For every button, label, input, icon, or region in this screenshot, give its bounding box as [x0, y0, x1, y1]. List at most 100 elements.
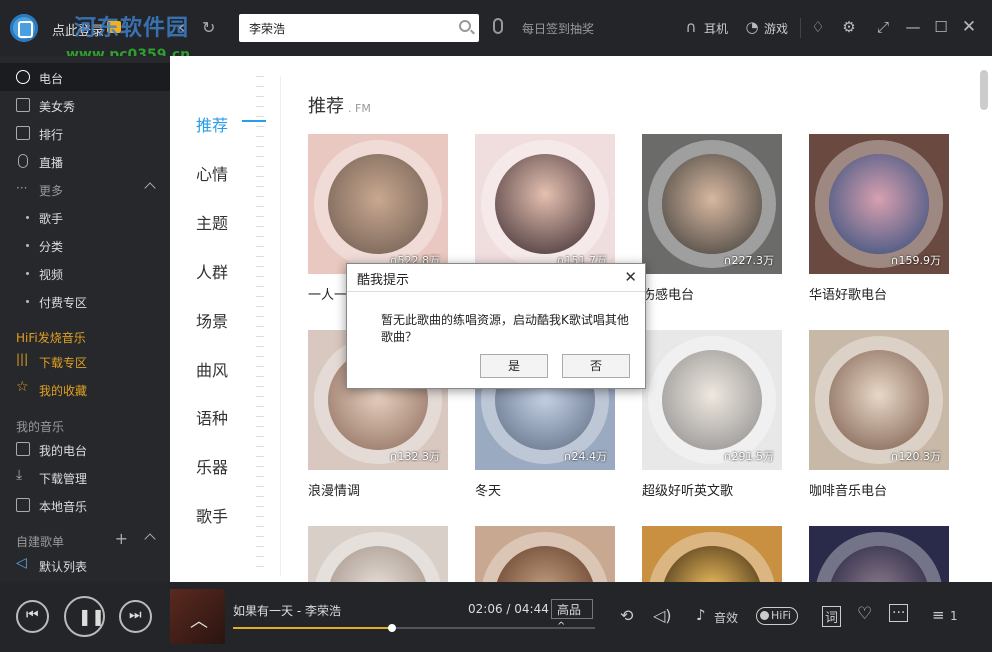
sidebar-item-category[interactable]: 分类	[0, 231, 170, 259]
radio-card[interactable]: 151.7万	[475, 134, 615, 274]
yes-button[interactable]: 是	[480, 354, 548, 378]
radio-card[interactable]	[642, 526, 782, 582]
radio-card[interactable]	[308, 526, 448, 582]
radio-card[interactable]: 120.3万	[809, 330, 949, 470]
category-recommend[interactable]: 推荐	[196, 112, 228, 136]
lyrics-button[interactable]: 词	[822, 606, 842, 627]
sidebar-item-label: 本地音乐	[39, 500, 88, 514]
sidebar-item-download-zone[interactable]: ||| 下载专区	[0, 347, 170, 375]
add-playlist-icon[interactable]: +	[115, 529, 128, 548]
progress-bar[interactable]	[233, 624, 595, 632]
sidebar-item-rank[interactable]: 排行	[0, 119, 170, 147]
card-title[interactable]: 咖啡音乐电台	[809, 480, 887, 499]
next-button[interactable]: ⏭	[119, 600, 152, 633]
dialog-close-icon[interactable]: ✕	[624, 268, 637, 286]
headphone-icon[interactable]: ∩	[683, 19, 699, 35]
sidebar-item-label: 电台	[39, 72, 64, 86]
sidebar-item-label: 付费专区	[39, 296, 88, 310]
sidebar-item-label: 更多	[39, 184, 64, 198]
sidebar-item-beauty-show[interactable]: 美女秀	[0, 91, 170, 119]
volume-icon[interactable]: ◁)	[653, 606, 672, 625]
microphone-icon[interactable]	[493, 18, 503, 34]
cover-image	[829, 350, 929, 450]
radio-card[interactable]	[475, 526, 615, 582]
repeat-icon[interactable]: ⟲	[620, 606, 633, 625]
sidebar-item-download-mgmt[interactable]: ⤓ 下载管理	[0, 463, 170, 491]
search-box[interactable]	[239, 14, 479, 42]
refresh-icon[interactable]: ↻	[202, 18, 215, 37]
card-title[interactable]: 浪漫情调	[308, 480, 360, 499]
card-title[interactable]: 伤感电台	[642, 284, 694, 303]
radio-card[interactable]: 159.9万	[809, 134, 949, 274]
quality-label: 高品	[557, 603, 582, 617]
scrollbar-thumb[interactable]	[980, 70, 988, 110]
sidebar-item-label: 分类	[39, 240, 64, 254]
radio-box-icon	[16, 442, 30, 456]
gift-icon[interactable]: ♢	[810, 19, 826, 35]
category-instrument[interactable]: 乐器	[196, 454, 228, 478]
search-icon[interactable]	[459, 20, 471, 32]
hifi-toggle[interactable]: HiFi	[756, 607, 798, 625]
card-title[interactable]: 华语好歌电台	[809, 284, 887, 303]
progress-handle[interactable]	[388, 624, 397, 632]
sidebar-item-singer[interactable]: 歌手	[0, 203, 170, 231]
chevron-up-icon[interactable]	[144, 533, 156, 545]
radio-card[interactable]: 522.8万	[308, 134, 448, 274]
mini-mode-icon[interactable]: ⤢	[875, 19, 891, 35]
previous-button[interactable]: ⏮	[16, 600, 49, 633]
listen-count: 132.3万	[389, 448, 441, 464]
card-title[interactable]: 超级好听英文歌	[642, 480, 733, 499]
radio-card[interactable]: 291.5万	[642, 330, 782, 470]
app-logo-icon[interactable]	[10, 14, 38, 42]
pause-button[interactable]: ❚❚	[64, 596, 105, 637]
maximize-icon[interactable]: ☐	[933, 19, 949, 35]
bullet-icon	[26, 244, 29, 247]
music-note-icon[interactable]: ♪	[696, 606, 706, 624]
quality-dropdown[interactable]: 高品 ^	[551, 599, 593, 632]
search-input[interactable]	[239, 14, 439, 42]
hifi-label: HiFi	[771, 609, 791, 622]
game-link[interactable]: 游戏	[764, 20, 788, 37]
close-icon[interactable]: ✕	[961, 19, 977, 36]
sidebar-item-radio[interactable]: 电台	[0, 63, 170, 91]
sidebar-item-live[interactable]: 直播	[0, 147, 170, 175]
heart-icon[interactable]: ♡	[857, 604, 872, 624]
sidebar-item-paid[interactable]: 付费专区	[0, 287, 170, 315]
no-button[interactable]: 否	[562, 354, 630, 378]
category-theme[interactable]: 主题	[196, 210, 228, 234]
album-cover[interactable]: ︿	[170, 589, 225, 644]
sidebar-item-default-list[interactable]: ◁ 默认列表	[0, 551, 170, 579]
category-crowd[interactable]: 人群	[196, 259, 228, 283]
watermark-text: 河东软件园	[74, 16, 190, 41]
category-scene[interactable]: 场景	[196, 308, 228, 332]
sidebar-item-label: 下载管理	[39, 472, 88, 486]
sidebar-item-local-music[interactable]: 本地音乐	[0, 491, 170, 519]
sound-effect-link[interactable]: 音效	[714, 609, 738, 626]
daily-checkin-link[interactable]: 每日签到抽奖	[522, 20, 594, 37]
time-separator: /	[502, 602, 515, 616]
chevron-up-icon[interactable]	[144, 182, 156, 194]
category-mood[interactable]: 心情	[196, 161, 228, 185]
minimize-icon[interactable]: —	[905, 19, 921, 35]
star-icon: ☆	[16, 379, 29, 395]
earphone-link[interactable]: 耳机	[704, 20, 728, 37]
sidebar-item-my-radio[interactable]: 我的电台	[0, 435, 170, 463]
card-title[interactable]: 一人一	[308, 284, 347, 303]
game-icon[interactable]: ◔	[744, 19, 760, 35]
gear-icon[interactable]: ⚙	[841, 19, 857, 35]
song-title[interactable]: 如果有一天 - 李荣浩	[233, 602, 341, 619]
radio-card[interactable]: 227.3万	[642, 134, 782, 274]
previous-icon: ⏮	[26, 607, 39, 623]
back-icon[interactable]: ‹	[178, 17, 185, 38]
sidebar-item-favorites[interactable]: ☆ 我的收藏	[0, 375, 170, 403]
sidebar-item-more[interactable]: ··· 更多	[0, 175, 170, 203]
category-language[interactable]: 语种	[196, 405, 228, 429]
category-singer[interactable]: 歌手	[196, 503, 228, 527]
category-genre[interactable]: 曲风	[196, 357, 228, 381]
more-icon[interactable]: ···	[889, 604, 909, 622]
sidebar-item-video[interactable]: 视频	[0, 259, 170, 287]
card-title[interactable]: 冬天	[475, 480, 501, 499]
video-icon	[16, 98, 30, 112]
playlist-icon[interactable]: ≡	[932, 606, 945, 624]
radio-card[interactable]	[809, 526, 949, 582]
